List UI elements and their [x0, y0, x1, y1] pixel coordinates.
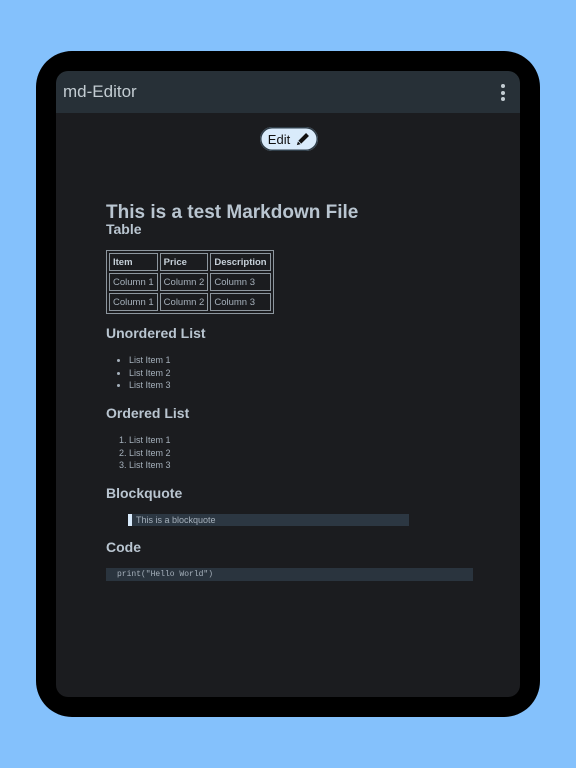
- blockquote-heading: Blockquote: [106, 485, 183, 501]
- table-row: Column 1 Column 2 Column 3: [109, 293, 271, 311]
- markdown-table: Item Price Description Column 1 Column 2…: [106, 250, 274, 314]
- ordered-list: List Item 1 List Item 2 List Item 3: [106, 434, 171, 472]
- app-title: md-Editor: [63, 82, 137, 101]
- list-item: List Item 2: [129, 367, 171, 380]
- doc-title: This is a test Markdown File: [106, 202, 359, 223]
- device-frame: md-Editor Edit This is a test Markdown F…: [36, 51, 540, 717]
- app-screen: md-Editor Edit This is a test Markdown F…: [56, 71, 520, 697]
- list-item: List Item 3: [129, 379, 171, 392]
- list-item: List Item 3: [129, 459, 171, 472]
- more-options-icon[interactable]: [500, 84, 506, 101]
- table-cell: Column 1: [109, 293, 158, 311]
- blockquote: This is a blockquote: [128, 514, 409, 526]
- list-item: List Item 1: [129, 354, 171, 367]
- code-heading: Code: [106, 539, 141, 555]
- table-header-row: Item Price Description: [109, 253, 271, 271]
- table-cell: Column 1: [109, 273, 158, 291]
- table-cell: Column 2: [159, 293, 209, 311]
- pencil-icon: [297, 133, 310, 146]
- table-cell: Column 3: [210, 273, 271, 291]
- unordered-list-heading: Unordered List: [106, 325, 206, 341]
- unordered-list: List Item 1 List Item 2 List Item 3: [106, 354, 171, 392]
- edit-button-label: Edit: [267, 131, 291, 147]
- table-header-cell: Price: [159, 253, 209, 271]
- table-header-cell: Item: [109, 253, 158, 271]
- table-row: Column 1 Column 2 Column 3: [109, 273, 271, 291]
- table-header-cell: Description: [210, 253, 271, 271]
- list-item: List Item 2: [129, 447, 171, 460]
- list-item: List Item 1: [129, 434, 171, 447]
- table-heading: Table: [106, 221, 142, 237]
- table-cell: Column 2: [159, 273, 209, 291]
- table-cell: Column 3: [210, 293, 271, 311]
- edit-button[interactable]: Edit: [260, 127, 318, 151]
- ordered-list-heading: Ordered List: [106, 405, 190, 421]
- app-bar: md-Editor: [56, 71, 520, 113]
- code-block: print("Hello World"): [106, 568, 473, 581]
